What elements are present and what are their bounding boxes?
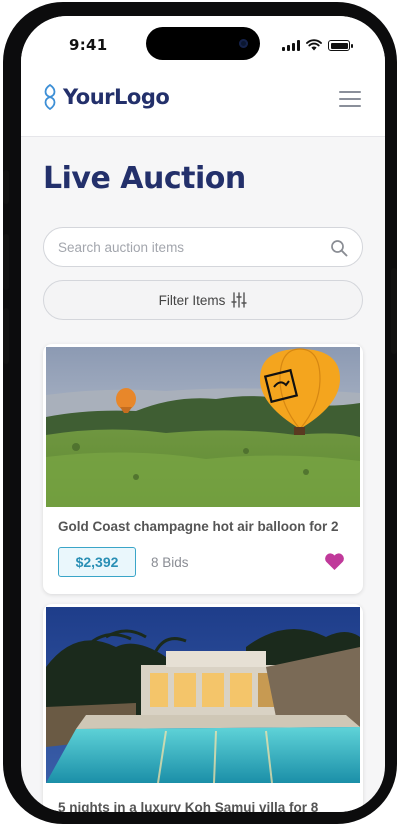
battery-icon bbox=[328, 40, 353, 51]
phone-frame: 9:41 YourLogo Live Auction Search auctio… bbox=[3, 2, 397, 824]
sliders-icon bbox=[231, 292, 248, 308]
item-title[interactable]: Gold Coast champagne hot air balloon for… bbox=[58, 519, 339, 534]
search-bar bbox=[43, 227, 363, 267]
auction-item-card[interactable]: Gold Coast champagne hot air balloon for… bbox=[43, 344, 363, 594]
page-title: Live Auction bbox=[43, 161, 246, 196]
filter-items-button[interactable]: Filter Items bbox=[43, 280, 363, 320]
volume-down-button bbox=[3, 308, 9, 364]
filter-label: Filter Items bbox=[158, 292, 226, 308]
search-icon[interactable] bbox=[330, 239, 348, 257]
logo-text: YourLogo bbox=[63, 85, 170, 109]
logo-icon bbox=[44, 84, 56, 110]
hot-air-balloon-image bbox=[46, 347, 360, 507]
item-title[interactable]: 5 nights in a luxury Koh Samui villa for… bbox=[58, 800, 318, 812]
status-bar: 9:41 bbox=[21, 16, 385, 68]
power-button bbox=[391, 268, 397, 354]
dynamic-island bbox=[146, 27, 260, 60]
wifi-icon bbox=[306, 39, 322, 51]
bid-count: 8 Bids bbox=[151, 555, 189, 570]
hamburger-menu-icon[interactable] bbox=[339, 91, 361, 108]
camera-icon bbox=[239, 39, 248, 48]
mute-switch bbox=[3, 170, 9, 204]
price-badge[interactable]: $2,392 bbox=[58, 547, 136, 577]
heart-favorite-icon[interactable] bbox=[324, 552, 345, 571]
screen: 9:41 YourLogo Live Auction Search auctio… bbox=[21, 16, 385, 812]
luxury-villa-image bbox=[46, 607, 360, 783]
volume-up-button bbox=[3, 234, 9, 290]
search-input[interactable] bbox=[58, 228, 318, 266]
cellular-signal-icon bbox=[282, 40, 300, 51]
status-time: 9:41 bbox=[69, 36, 108, 54]
logo[interactable]: YourLogo bbox=[41, 84, 170, 110]
app-header: YourLogo bbox=[21, 68, 385, 137]
auction-item-card[interactable]: 5 nights in a luxury Koh Samui villa for… bbox=[43, 604, 363, 812]
